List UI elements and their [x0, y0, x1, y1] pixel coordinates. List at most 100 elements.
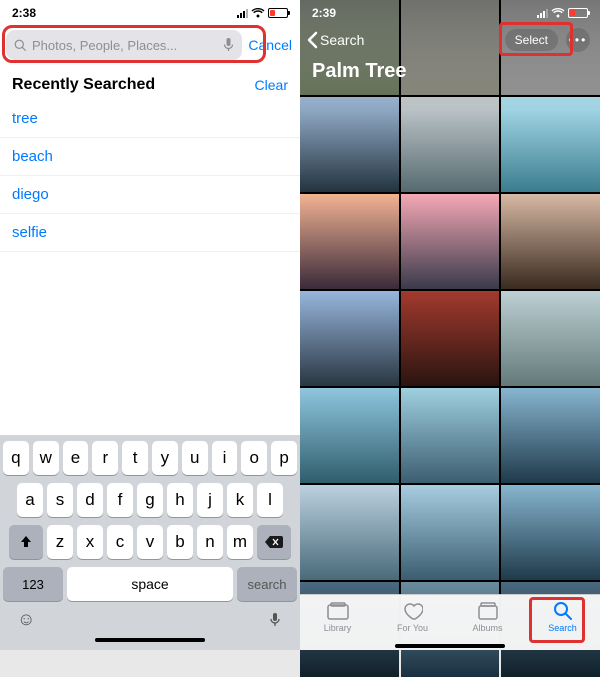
photo-thumbnail[interactable] — [501, 388, 600, 483]
screenshot-left-search: 2:38 Cancel Recently Searched Clear tree… — [0, 0, 300, 650]
home-indicator[interactable] — [395, 644, 505, 648]
key-backspace[interactable] — [257, 525, 291, 559]
key-space[interactable]: space — [67, 567, 233, 601]
photo-thumbnail[interactable] — [501, 485, 600, 580]
photo-thumbnail[interactable] — [501, 97, 600, 192]
key-e[interactable]: e — [63, 441, 89, 475]
key-q[interactable]: q — [3, 441, 29, 475]
key-z[interactable]: z — [47, 525, 73, 559]
back-label: Search — [320, 32, 364, 48]
backspace-icon — [265, 536, 283, 548]
photo-grid — [300, 0, 600, 650]
dictation-icon[interactable] — [267, 612, 283, 628]
key-r[interactable]: r — [92, 441, 118, 475]
select-button[interactable]: Select — [505, 29, 558, 51]
cancel-button[interactable]: Cancel — [248, 37, 292, 53]
key-w[interactable]: w — [33, 441, 59, 475]
photo-thumbnail[interactable] — [401, 97, 500, 192]
tab-label: Albums — [472, 623, 502, 633]
search-input[interactable] — [32, 38, 218, 53]
key-x[interactable]: x — [77, 525, 103, 559]
recent-item[interactable]: diego — [0, 176, 300, 214]
key-p[interactable]: p — [271, 441, 297, 475]
key-m[interactable]: m — [227, 525, 253, 559]
key-d[interactable]: d — [77, 483, 103, 517]
microphone-icon[interactable] — [223, 38, 234, 52]
tab-albums[interactable]: Albums — [450, 601, 525, 633]
photo-thumbnail[interactable] — [300, 388, 399, 483]
cellular-signal-icon — [237, 8, 248, 18]
photo-thumbnail[interactable] — [501, 291, 600, 386]
keyboard-row-1: q w e r t y u i o p — [3, 441, 297, 475]
key-search-action[interactable]: search — [237, 567, 297, 601]
recent-item[interactable]: tree — [0, 100, 300, 138]
albums-icon — [477, 601, 499, 621]
keyboard-row-2: a s d f g h j k l — [3, 483, 297, 517]
status-time: 2:38 — [12, 6, 36, 20]
keyboard-row-4: 123 space search — [3, 567, 297, 601]
photo-thumbnail[interactable] — [300, 291, 399, 386]
results-header: Search Select ••• Palm Tree — [300, 0, 600, 91]
status-bar: 2:38 — [0, 0, 300, 26]
photo-thumbnail[interactable] — [300, 194, 399, 289]
key-c[interactable]: c — [107, 525, 133, 559]
photo-thumbnail[interactable] — [501, 194, 600, 289]
photo-thumbnail[interactable] — [300, 97, 399, 192]
key-n[interactable]: n — [197, 525, 223, 559]
photo-thumbnail[interactable] — [401, 485, 500, 580]
more-button[interactable]: ••• — [566, 28, 590, 52]
key-u[interactable]: u — [182, 441, 208, 475]
recently-searched-header: Recently Searched Clear — [0, 66, 300, 100]
tab-bar: Library For You Albums Search — [300, 594, 600, 650]
ellipsis-icon: ••• — [569, 33, 588, 47]
wifi-icon — [251, 8, 265, 18]
search-icon — [552, 601, 574, 621]
photo-thumbnail[interactable] — [300, 485, 399, 580]
recent-item[interactable]: beach — [0, 138, 300, 176]
key-v[interactable]: v — [137, 525, 163, 559]
key-123[interactable]: 123 — [3, 567, 63, 601]
chevron-left-icon — [306, 31, 318, 49]
back-button[interactable]: Search — [306, 31, 364, 49]
recent-search-list: tree beach diego selfie — [0, 100, 300, 252]
key-y[interactable]: y — [152, 441, 178, 475]
photo-thumbnail[interactable] — [401, 388, 500, 483]
emoji-icon[interactable]: ☺ — [17, 609, 35, 630]
photo-thumbnail[interactable] — [401, 194, 500, 289]
photo-thumbnail[interactable] — [401, 291, 500, 386]
key-i[interactable]: i — [212, 441, 238, 475]
search-icon — [14, 39, 27, 52]
key-j[interactable]: j — [197, 483, 223, 517]
tab-library[interactable]: Library — [300, 601, 375, 633]
keyboard-function-row: ☺ — [3, 607, 297, 632]
header-actions: Select ••• — [505, 28, 590, 52]
recent-item[interactable]: selfie — [0, 214, 300, 252]
shift-icon — [19, 535, 33, 549]
nav-bar: Search Select ••• — [300, 26, 600, 56]
key-h[interactable]: h — [167, 483, 193, 517]
section-title: Recently Searched — [12, 76, 155, 94]
key-l[interactable]: l — [257, 483, 283, 517]
key-t[interactable]: t — [122, 441, 148, 475]
screenshot-right-results: 2:39 Search Select ••• Palm Tree Library — [300, 0, 600, 650]
key-a[interactable]: a — [17, 483, 43, 517]
key-b[interactable]: b — [167, 525, 193, 559]
key-k[interactable]: k — [227, 483, 253, 517]
library-icon — [327, 601, 349, 621]
key-shift[interactable] — [9, 525, 43, 559]
battery-icon — [268, 8, 288, 18]
tab-for-you[interactable]: For You — [375, 601, 450, 633]
page-title: Palm Tree — [300, 56, 600, 91]
key-g[interactable]: g — [137, 483, 163, 517]
search-field-container — [6, 30, 242, 60]
key-s[interactable]: s — [47, 483, 73, 517]
search-row: Cancel — [0, 26, 300, 66]
key-o[interactable]: o — [241, 441, 267, 475]
home-indicator[interactable] — [95, 638, 205, 642]
clear-button[interactable]: Clear — [255, 77, 288, 93]
tab-label: For You — [397, 623, 428, 633]
key-f[interactable]: f — [107, 483, 133, 517]
tab-label: Search — [548, 623, 577, 633]
status-indicators — [237, 8, 288, 18]
tab-search[interactable]: Search — [525, 601, 600, 633]
